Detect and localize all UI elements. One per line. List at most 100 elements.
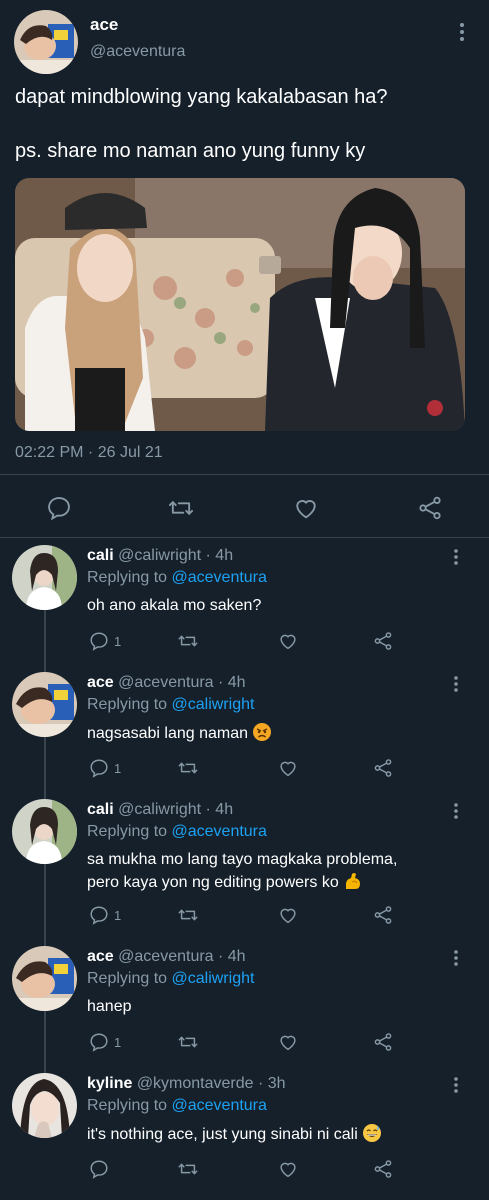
reply-icon[interactable] [45,494,73,522]
angry-face-emoji [252,722,272,742]
more-options-icon[interactable] [452,20,472,44]
reply-text: it's nothing ace, just yung sinabi ni ca… [87,1123,467,1146]
author-handle[interactable]: @caliwright · 4h [118,547,233,564]
share-icon[interactable] [372,756,394,780]
like-icon[interactable] [277,1157,299,1181]
share-icon[interactable] [372,1030,394,1054]
reply-actions: 1 [0,1030,489,1054]
replying-prefix: Replying to [87,696,168,713]
reply-count: 1 [114,1034,122,1050]
more-options-icon[interactable] [446,801,466,821]
more-options-icon[interactable] [446,547,466,567]
author-handle[interactable]: @caliwright · 4h [118,801,233,818]
author-handle[interactable]: @aceventura · 4h [118,674,245,691]
reply-tweet[interactable]: kyline @kymontaverde · 3h Replying to @a… [0,1073,489,1198]
reply-text-line: hanep [87,998,132,1015]
retweet-icon[interactable] [177,629,199,653]
mention-link[interactable]: @aceventura [172,569,267,586]
like-icon[interactable] [277,903,299,927]
reply-icon [90,759,108,778]
avatar[interactable] [12,946,77,1011]
author-name[interactable]: ace [87,674,114,691]
retweet-icon[interactable] [177,1030,199,1054]
author-name[interactable]: kyline [87,1075,132,1092]
mention-link[interactable]: @caliwright [172,696,255,713]
reply-text-line: it's nothing ace, just yung sinabi ni ca… [87,1126,358,1143]
avatar[interactable] [12,672,77,737]
retweet-icon[interactable] [167,494,195,522]
divider [0,537,489,538]
reply-button[interactable]: 1 [88,756,121,780]
replying-prefix: Replying to [87,970,168,987]
more-options-icon[interactable] [446,674,466,694]
author-name[interactable]: cali [87,547,114,564]
tweet-text: dapat mindblowing yang kakalabasan ha? [15,86,388,108]
reply-count: 1 [114,633,122,649]
reply-text-line: nagsasabi lang naman [87,725,249,742]
reply-actions: 1 [0,903,489,927]
reply-actions: 1 [0,629,489,653]
reply-text-line: oh ano akala mo saken? [87,597,262,614]
reply-count: 1 [114,760,122,776]
tweet-actions [0,490,489,526]
replying-to: Replying to @caliwright [87,696,254,714]
like-icon[interactable] [277,1030,299,1054]
reply-tweet[interactable]: ace @aceventura · 4h Replying to @caliwr… [0,672,489,797]
reply-button[interactable]: 1 [88,1030,121,1054]
share-icon[interactable] [372,903,394,927]
replying-prefix: Replying to [87,569,168,586]
reply-button[interactable]: 1 [88,903,121,927]
mention-link[interactable]: @aceventura [172,1097,267,1114]
tweet-timestamp: 02:22 PM · 26 Jul 21 [15,444,163,461]
retweet-icon[interactable] [177,756,199,780]
replying-to: Replying to @caliwright [87,970,254,988]
mention-link[interactable]: @caliwright [172,970,255,987]
mention-link[interactable]: @aceventura [172,823,267,840]
more-options-icon[interactable] [446,1075,466,1095]
like-icon[interactable] [277,629,299,653]
replying-prefix: Replying to [87,823,168,840]
grinning-sweat-emoji [362,1123,382,1143]
reply-tweet[interactable]: cali @caliwright · 4h Replying to @aceve… [0,545,489,670]
author-name[interactable]: cali [87,801,114,818]
reply-header: cali @caliwright · 4h [87,547,233,565]
share-icon[interactable] [372,629,394,653]
reply-icon [90,632,108,651]
reply-text: nagsasabi lang naman [87,722,467,745]
author-name[interactable]: ace [87,948,114,965]
main-tweet: ace @aceventura dapat mindblowing yang k… [0,0,489,538]
reply-text-line: pero kaya yon ng editing powers ko [87,874,339,891]
retweet-icon[interactable] [177,903,199,927]
author-handle[interactable]: @aceventura · 4h [118,948,245,965]
reply-text: sa mukha mo lang tayo magkaka problema, … [87,849,467,894]
reply-tweet[interactable]: ace @aceventura · 4h Replying to @caliwr… [0,946,489,1071]
reply-icon [90,1033,108,1052]
reply-header: kyline @kymontaverde · 3h [87,1075,286,1093]
like-icon[interactable] [277,756,299,780]
avatar[interactable] [12,799,77,864]
author-handle[interactable]: @kymontaverde · 3h [137,1075,286,1092]
avatar[interactable] [12,545,77,610]
reply-button[interactable]: 1 [88,629,121,653]
reply-tweet[interactable]: cali @caliwright · 4h Replying to @aceve… [0,799,489,944]
replying-prefix: Replying to [87,1097,168,1114]
author-name[interactable]: ace [90,15,118,35]
retweet-icon[interactable] [177,1157,199,1181]
reply-header: ace @aceventura · 4h [87,674,246,692]
tweet-text-ps: ps. share mo naman ano yung funny ky [15,140,366,162]
reply-text: oh ano akala mo saken? [87,595,467,617]
author-handle[interactable]: @aceventura [90,43,185,61]
tweet-photo[interactable] [15,178,465,431]
reply-actions: 1 [0,756,489,780]
reply-header: cali @caliwright · 4h [87,801,233,819]
more-options-icon[interactable] [446,948,466,968]
avatar[interactable] [12,1073,77,1138]
reply-actions [0,1157,489,1181]
like-icon[interactable] [292,494,320,522]
share-icon[interactable] [372,1157,394,1181]
share-icon[interactable] [416,494,444,522]
reply-icon [90,906,108,925]
avatar[interactable] [14,10,78,74]
reply-text: hanep [87,996,467,1018]
reply-button[interactable] [88,1157,114,1181]
